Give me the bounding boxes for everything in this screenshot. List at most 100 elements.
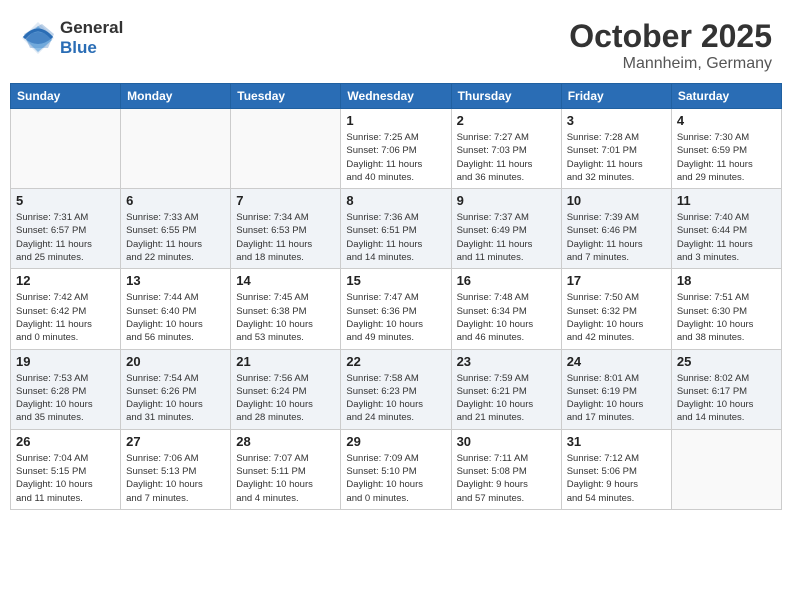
day-info: Sunrise: 7:48 AM Sunset: 6:34 PM Dayligh…	[457, 291, 556, 344]
day-info: Sunrise: 7:59 AM Sunset: 6:21 PM Dayligh…	[457, 372, 556, 425]
calendar-cell: 4Sunrise: 7:30 AM Sunset: 6:59 PM Daylig…	[671, 109, 781, 189]
day-info: Sunrise: 7:54 AM Sunset: 6:26 PM Dayligh…	[126, 372, 225, 425]
calendar-cell: 11 Sunrise: 7:40 AM Sunset: 6:44 PM Dayli…	[671, 189, 781, 269]
calendar-cell: 27 Sunrise: 7:06 AM Sunset: 5:13 PM Dayli…	[121, 429, 231, 509]
day-info: Sunrise: 7:33 AM Sunset: 6:55 PM Dayligh…	[126, 211, 225, 264]
weekday-header-sunday: Sunday	[11, 84, 121, 109]
calendar-table: SundayMondayTuesdayWednesdayThursdayFrid…	[10, 83, 782, 510]
day-number: 12	[16, 273, 115, 288]
day-info: Sunrise: 8:01 AM Sunset: 6:19 PM Dayligh…	[567, 372, 666, 425]
calendar-week-4: 19 Sunrise: 7:53 AM Sunset: 6:28 PM Dayli…	[11, 349, 782, 429]
day-info: Sunrise: 7:12 AM Sunset: 5:06 PM Dayligh…	[567, 452, 666, 505]
day-info: Sunrise: 7:28 AM Sunset: 7:01 PM Dayligh…	[567, 131, 666, 184]
day-number: 25	[677, 354, 776, 369]
day-number: 16	[457, 273, 556, 288]
calendar-cell	[11, 109, 121, 189]
calendar-cell: 18 Sunrise: 7:51 AM Sunset: 6:30 PM Dayli…	[671, 269, 781, 349]
day-number: 20	[126, 354, 225, 369]
day-info: Sunrise: 7:37 AM Sunset: 6:49 PM Dayligh…	[457, 211, 556, 264]
day-info: Sunrise: 7:51 AM Sunset: 6:30 PM Dayligh…	[677, 291, 776, 344]
day-info: Sunrise: 7:47 AM Sunset: 6:36 PM Dayligh…	[346, 291, 445, 344]
calendar-cell: 10 Sunrise: 7:39 AM Sunset: 6:46 PM Dayli…	[561, 189, 671, 269]
page-header: General Blue October 2025 Mannheim, Germ…	[10, 10, 782, 77]
day-info: Sunrise: 7:58 AM Sunset: 6:23 PM Dayligh…	[346, 372, 445, 425]
day-info: Sunrise: 7:31 AM Sunset: 6:57 PM Dayligh…	[16, 211, 115, 264]
day-number: 28	[236, 434, 335, 449]
month-title: October 2025	[569, 18, 772, 55]
calendar-cell: 28Sunrise: 7:07 AM Sunset: 5:11 PM Dayli…	[231, 429, 341, 509]
day-number: 17	[567, 273, 666, 288]
calendar-cell: 8 Sunrise: 7:36 AM Sunset: 6:51 PM Daylig…	[341, 189, 451, 269]
day-info: Sunrise: 7:50 AM Sunset: 6:32 PM Dayligh…	[567, 291, 666, 344]
calendar-week-3: 12 Sunrise: 7:42 AM Sunset: 6:42 PM Dayli…	[11, 269, 782, 349]
calendar-cell: 6 Sunrise: 7:33 AM Sunset: 6:55 PM Daylig…	[121, 189, 231, 269]
day-number: 24	[567, 354, 666, 369]
day-number: 5	[16, 193, 115, 208]
calendar-cell: 12 Sunrise: 7:42 AM Sunset: 6:42 PM Dayli…	[11, 269, 121, 349]
day-number: 27	[126, 434, 225, 449]
day-info: Sunrise: 7:04 AM Sunset: 5:15 PM Dayligh…	[16, 452, 115, 505]
day-number: 9	[457, 193, 556, 208]
day-number: 3	[567, 113, 666, 128]
day-number: 10	[567, 193, 666, 208]
weekday-header-friday: Friday	[561, 84, 671, 109]
weekday-header-thursday: Thursday	[451, 84, 561, 109]
day-info: Sunrise: 7:27 AM Sunset: 7:03 PM Dayligh…	[457, 131, 556, 184]
calendar-cell: 16 Sunrise: 7:48 AM Sunset: 6:34 PM Dayli…	[451, 269, 561, 349]
calendar-cell: 13 Sunrise: 7:44 AM Sunset: 6:40 PM Dayli…	[121, 269, 231, 349]
weekday-header-wednesday: Wednesday	[341, 84, 451, 109]
calendar-cell: 5 Sunrise: 7:31 AM Sunset: 6:57 PM Daylig…	[11, 189, 121, 269]
day-info: Sunrise: 7:53 AM Sunset: 6:28 PM Dayligh…	[16, 372, 115, 425]
calendar-cell: 3 Sunrise: 7:28 AM Sunset: 7:01 PM Daylig…	[561, 109, 671, 189]
calendar-week-2: 5 Sunrise: 7:31 AM Sunset: 6:57 PM Daylig…	[11, 189, 782, 269]
day-info: Sunrise: 7:06 AM Sunset: 5:13 PM Dayligh…	[126, 452, 225, 505]
day-number: 30	[457, 434, 556, 449]
day-number: 2	[457, 113, 556, 128]
calendar-cell: 19 Sunrise: 7:53 AM Sunset: 6:28 PM Dayli…	[11, 349, 121, 429]
day-info: Sunrise: 7:42 AM Sunset: 6:42 PM Dayligh…	[16, 291, 115, 344]
day-info: Sunrise: 7:44 AM Sunset: 6:40 PM Dayligh…	[126, 291, 225, 344]
calendar-cell: 26 Sunrise: 7:04 AM Sunset: 5:15 PM Dayli…	[11, 429, 121, 509]
day-number: 26	[16, 434, 115, 449]
day-number: 7	[236, 193, 335, 208]
day-info: Sunrise: 7:25 AM Sunset: 7:06 PM Dayligh…	[346, 131, 445, 184]
day-info: Sunrise: 7:40 AM Sunset: 6:44 PM Dayligh…	[677, 211, 776, 264]
calendar-cell: 21Sunrise: 7:56 AM Sunset: 6:24 PM Dayli…	[231, 349, 341, 429]
day-number: 14	[236, 273, 335, 288]
day-info: Sunrise: 7:34 AM Sunset: 6:53 PM Dayligh…	[236, 211, 335, 264]
logo-text-line1: General	[60, 18, 123, 38]
day-number: 15	[346, 273, 445, 288]
calendar-cell: 14 Sunrise: 7:45 AM Sunset: 6:38 PM Dayli…	[231, 269, 341, 349]
day-info: Sunrise: 8:02 AM Sunset: 6:17 PM Dayligh…	[677, 372, 776, 425]
calendar-cell: 24 Sunrise: 8:01 AM Sunset: 6:19 PM Dayli…	[561, 349, 671, 429]
day-info: Sunrise: 7:45 AM Sunset: 6:38 PM Dayligh…	[236, 291, 335, 344]
day-number: 18	[677, 273, 776, 288]
calendar-cell	[231, 109, 341, 189]
day-info: Sunrise: 7:39 AM Sunset: 6:46 PM Dayligh…	[567, 211, 666, 264]
calendar-cell: 2 Sunrise: 7:27 AM Sunset: 7:03 PM Daylig…	[451, 109, 561, 189]
logo-text-line2: Blue	[60, 38, 123, 58]
logo-icon	[20, 20, 56, 56]
calendar-cell: 20 Sunrise: 7:54 AM Sunset: 6:26 PM Dayli…	[121, 349, 231, 429]
day-number: 6	[126, 193, 225, 208]
calendar-body: 1 Sunrise: 7:25 AM Sunset: 7:06 PM Daylig…	[11, 109, 782, 510]
day-info: Sunrise: 7:36 AM Sunset: 6:51 PM Dayligh…	[346, 211, 445, 264]
day-info: Sunrise: 7:56 AM Sunset: 6:24 PM Dayligh…	[236, 372, 335, 425]
day-number: 19	[16, 354, 115, 369]
calendar-week-5: 26 Sunrise: 7:04 AM Sunset: 5:15 PM Dayli…	[11, 429, 782, 509]
calendar-cell: 9 Sunrise: 7:37 AM Sunset: 6:49 PM Daylig…	[451, 189, 561, 269]
day-number: 13	[126, 273, 225, 288]
calendar-week-1: 1 Sunrise: 7:25 AM Sunset: 7:06 PM Daylig…	[11, 109, 782, 189]
calendar-cell: 23Sunrise: 7:59 AM Sunset: 6:21 PM Dayli…	[451, 349, 561, 429]
location-title: Mannheim, Germany	[569, 55, 772, 73]
title-block: October 2025 Mannheim, Germany	[569, 18, 772, 73]
calendar-cell	[671, 429, 781, 509]
calendar-cell	[121, 109, 231, 189]
calendar-cell: 15 Sunrise: 7:47 AM Sunset: 6:36 PM Dayli…	[341, 269, 451, 349]
logo: General Blue	[20, 18, 123, 57]
day-info: Sunrise: 7:11 AM Sunset: 5:08 PM Dayligh…	[457, 452, 556, 505]
calendar-cell: 31Sunrise: 7:12 AM Sunset: 5:06 PM Dayli…	[561, 429, 671, 509]
day-number: 1	[346, 113, 445, 128]
day-number: 8	[346, 193, 445, 208]
day-number: 11	[677, 193, 776, 208]
